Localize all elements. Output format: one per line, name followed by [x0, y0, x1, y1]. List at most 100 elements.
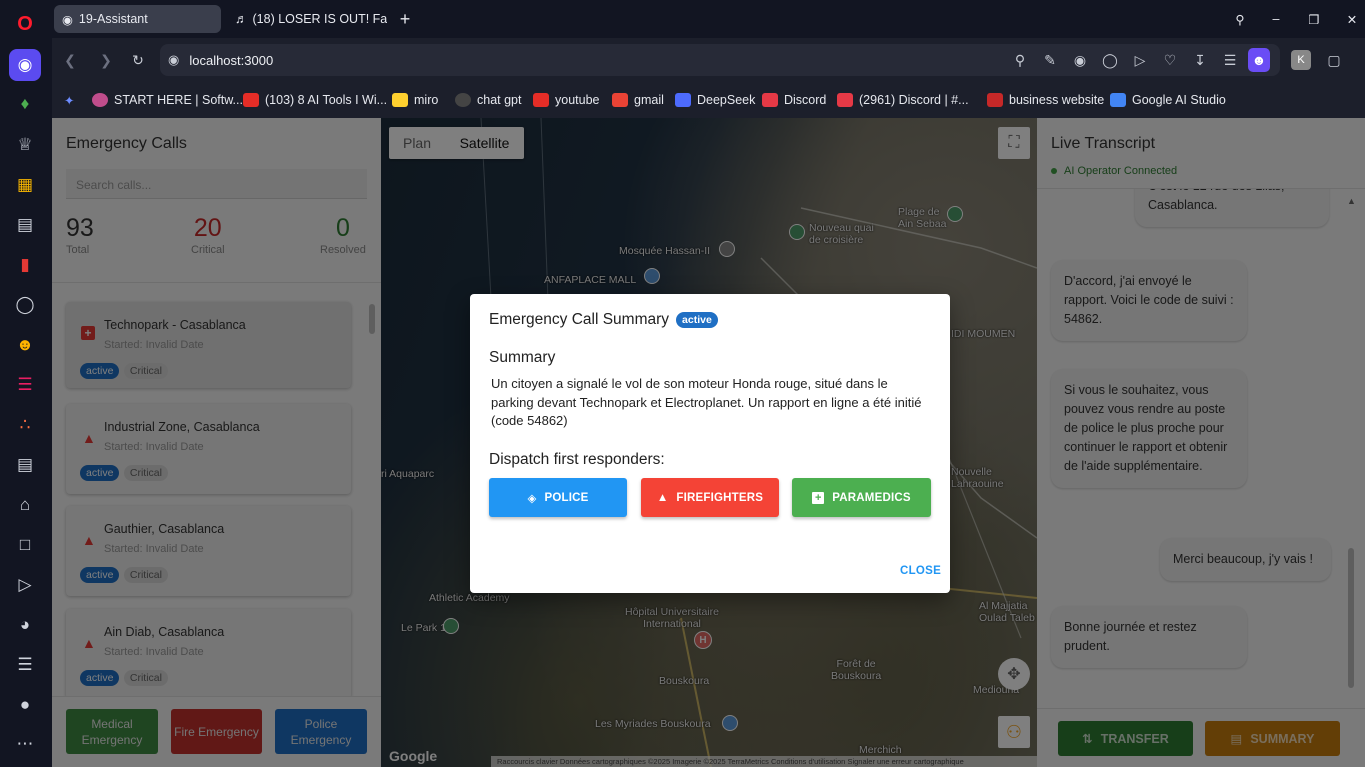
search-tabs-icon[interactable]: ⚲	[1228, 5, 1252, 33]
globe-icon: ◉	[62, 12, 73, 27]
bookmark-icon	[92, 93, 108, 107]
summary-text: Un citoyen a signalé le vol de son moteu…	[491, 376, 922, 428]
bookmark-star-icon[interactable]: ✦	[64, 91, 74, 109]
mic-icon[interactable]: ●	[9, 689, 41, 721]
bike-icon[interactable]: ◯	[9, 289, 41, 321]
bookmark-label: Discord	[784, 93, 827, 107]
bookmark-item[interactable]: chat gpt	[455, 91, 521, 109]
bookmark-item[interactable]: START HERE | Softw...	[92, 91, 243, 109]
bookmark-label: chat gpt	[477, 93, 522, 107]
stack-icon[interactable]: ☰	[9, 369, 41, 401]
download-icon[interactable]: ↧	[1190, 50, 1210, 70]
camera-icon[interactable]: ◉	[1070, 50, 1090, 70]
browser-sidebar: O ◉ ♦ ♕ ▦ ▤ ▮ ◯ ☻ ☰ ∴ ▤ ⌂ □ ▷ ◕ ☰ ● ⋯	[0, 0, 52, 767]
aria-icon[interactable]: ◉	[9, 49, 41, 81]
reload-icon[interactable]: ↻	[128, 50, 148, 70]
dispatch-firefighters-button[interactable]: ▲ FIREFIGHTERS	[641, 478, 779, 517]
people-icon[interactable]: ☻	[9, 329, 41, 361]
call-summary-dialog: Emergency Call Summary active Summary Un…	[470, 294, 950, 593]
car-icon[interactable]: ▤	[9, 209, 41, 241]
bookmarks-bar: ✦ START HERE | Softw... (103) 8 AI Tools…	[52, 82, 1365, 118]
opera-logo-icon[interactable]: O	[9, 8, 41, 40]
play-icon[interactable]: ▷	[1130, 50, 1150, 70]
tab-title: (18) LOSER IS OUT! Fa	[252, 12, 388, 26]
dialog-title: Emergency Call Summary active	[489, 311, 718, 329]
chart-icon[interactable]: ▮	[9, 249, 41, 281]
dispatch-police-button[interactable]: ◈ POLICE	[489, 478, 627, 517]
discord-icon	[837, 93, 853, 107]
more-icon[interactable]: ⋯	[9, 728, 41, 760]
bowl-icon[interactable]: ◕	[9, 609, 41, 641]
back-icon[interactable]: ❮	[60, 50, 80, 70]
medical-icon: +	[812, 491, 825, 504]
close-button[interactable]: CLOSE	[900, 565, 941, 577]
tab-bar: ◉ 19-Assistant ♬ (18) LOSER IS OUT! Fa +…	[52, 0, 1365, 38]
discord-icon	[762, 93, 778, 107]
bookmark-label: (2961) Discord | #...	[859, 93, 969, 107]
bookmark-label: START HERE | Softw...	[114, 93, 243, 107]
status-badge: active	[676, 312, 718, 328]
fire-icon: ▲	[656, 491, 669, 504]
speaker-icon: ♬	[235, 12, 248, 26]
site-info-icon: ◉	[168, 52, 180, 67]
shield-icon: ◈	[527, 492, 537, 505]
dialog-title-text: Emergency Call Summary	[489, 311, 670, 328]
home-icon[interactable]: ⌂	[9, 489, 41, 521]
profile-icon[interactable]: ☻	[1248, 48, 1270, 72]
button-label: POLICE	[544, 491, 589, 504]
dispatch-heading: Dispatch first responders:	[489, 451, 665, 468]
dots-icon[interactable]: ∴	[9, 409, 41, 441]
edit-icon[interactable]: ✎	[1040, 50, 1060, 70]
lens-icon[interactable]: ⚲	[1010, 50, 1030, 70]
notes-icon[interactable]: ▤	[9, 449, 41, 481]
cube-icon[interactable]: ▢	[1324, 50, 1344, 70]
bookmark-label: gmail	[634, 93, 664, 107]
document-icon[interactable]: □	[9, 529, 41, 561]
menu-icon[interactable]: ☰	[1220, 50, 1240, 70]
video-icon[interactable]: ▷	[9, 569, 41, 601]
list-icon[interactable]: ☰	[9, 649, 41, 681]
bookmark-item[interactable]: (103) 8 AI Tools I Wi...	[243, 91, 387, 109]
tab-youtube[interactable]: ♬ (18) LOSER IS OUT! Fa	[222, 5, 387, 33]
crown-icon[interactable]: ♕	[9, 129, 41, 161]
button-label: PARAMEDICS	[832, 491, 911, 504]
bookmark-item[interactable]: Google AI Studio	[1110, 91, 1226, 109]
shield-icon[interactable]: ◯	[1100, 50, 1120, 70]
business-icon	[987, 93, 1003, 107]
bookmark-item[interactable]: Discord	[762, 91, 826, 109]
new-tab-button[interactable]: +	[393, 5, 417, 33]
bookmark-item[interactable]: business website	[987, 91, 1104, 109]
bookmark-label: business website	[1009, 93, 1105, 107]
bookmark-item[interactable]: youtube	[533, 91, 599, 109]
restore-icon[interactable]: ❐	[1302, 5, 1326, 33]
gift-icon[interactable]: ▦	[9, 169, 41, 201]
address-text: localhost:3000	[189, 52, 274, 68]
bookmark-label: (103) 8 AI Tools I Wi...	[265, 93, 388, 107]
extension-icon[interactable]: ♦	[9, 88, 41, 120]
bookmark-item[interactable]: (2961) Discord | #...	[837, 91, 969, 109]
forward-icon[interactable]: ❯	[96, 50, 116, 70]
close-window-icon[interactable]: ✕	[1340, 5, 1364, 33]
deepseek-icon	[675, 93, 691, 107]
bookmark-item[interactable]: miro	[392, 91, 438, 109]
dispatch-paramedics-button[interactable]: + PARAMEDICS	[792, 478, 931, 517]
chatgpt-icon	[455, 93, 471, 107]
bookmark-item[interactable]: gmail	[612, 91, 664, 109]
minimize-icon[interactable]: –	[1264, 5, 1288, 33]
miro-icon	[392, 93, 408, 107]
bookmark-label: Google AI Studio	[1132, 93, 1226, 107]
bookmark-item[interactable]: DeepSeek	[675, 91, 755, 109]
summary-heading: Summary	[489, 349, 556, 366]
youtube-icon	[533, 93, 549, 107]
bookmark-label: youtube	[555, 93, 600, 107]
tab-assistant[interactable]: ◉ 19-Assistant	[54, 5, 221, 33]
extension-k-icon[interactable]: K	[1291, 50, 1311, 70]
address-bar-row: ❮ ❯ ↻ ◉ localhost:3000 ⚲ ✎ ◉ ◯ ▷ ♡ ↧ ☰ ☻…	[52, 38, 1365, 82]
button-label: FIREFIGHTERS	[676, 491, 764, 504]
bookmark-label: miro	[414, 93, 439, 107]
bookmark-label: DeepSeek	[697, 93, 756, 107]
heart-icon[interactable]: ♡	[1160, 50, 1180, 70]
google-ai-icon	[1110, 93, 1126, 107]
gmail-icon	[612, 93, 628, 107]
youtube-icon	[243, 93, 259, 107]
